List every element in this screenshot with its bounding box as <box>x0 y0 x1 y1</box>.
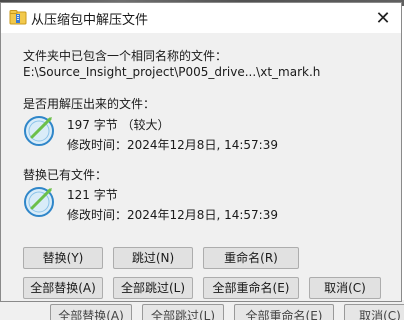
rename-all-button[interactable]: 全部重命名(E) <box>203 277 299 299</box>
background-ghost-button: 取消(C) <box>344 304 404 320</box>
new-file-size: 197 字节 （较大） <box>67 118 170 132</box>
extract-conflict-dialog: 从压缩包中解压文件 ✕ 文件夹中已包含一个相同名称的文件： E:\Source_… <box>0 2 402 302</box>
conflict-file-path: E:\Source_Insight_project\P005_drive...\… <box>23 65 321 79</box>
background-window-strip-bottom: 全部替换(A) 全部跳过(L) 全部重命名(E) 取消(C) <box>0 300 404 320</box>
close-button[interactable]: ✕ <box>371 7 395 29</box>
title-bar[interactable]: 从压缩包中解压文件 ✕ <box>1 3 401 33</box>
skip-button[interactable]: 跳过(N) <box>113 247 193 269</box>
new-file-modified-time: 修改时间：2024年12月8日, 14:57:39 <box>67 138 278 152</box>
rename-button[interactable]: 重命名(R) <box>203 247 299 269</box>
cancel-button[interactable]: 取消(C) <box>309 277 381 299</box>
existing-file-modified-time: 修改时间：2024年12月8日, 14:57:39 <box>67 208 278 222</box>
replace-existing-label: 替换已有文件： <box>23 168 108 182</box>
background-ghost-button: 全部重命名(E) <box>234 304 334 320</box>
replace-all-button[interactable]: 全部替换(A) <box>23 277 103 299</box>
intro-label: 文件夹中已包含一个相同名称的文件： <box>23 49 228 63</box>
existing-file-size: 121 字节 <box>67 188 118 202</box>
dialog-title: 从压缩包中解压文件 <box>31 13 149 28</box>
header-file-icon <box>24 187 54 217</box>
close-icon: ✕ <box>375 7 391 29</box>
background-ghost-button: 全部替换(A) <box>50 304 132 320</box>
archive-folder-icon <box>9 10 27 25</box>
background-ghost-button: 全部跳过(L) <box>142 304 224 320</box>
header-file-icon <box>24 116 54 146</box>
skip-all-button[interactable]: 全部跳过(L) <box>113 277 193 299</box>
replace-button[interactable]: 替换(Y) <box>23 247 103 269</box>
overwrite-question-label: 是否用解压出来的文件： <box>23 97 156 111</box>
